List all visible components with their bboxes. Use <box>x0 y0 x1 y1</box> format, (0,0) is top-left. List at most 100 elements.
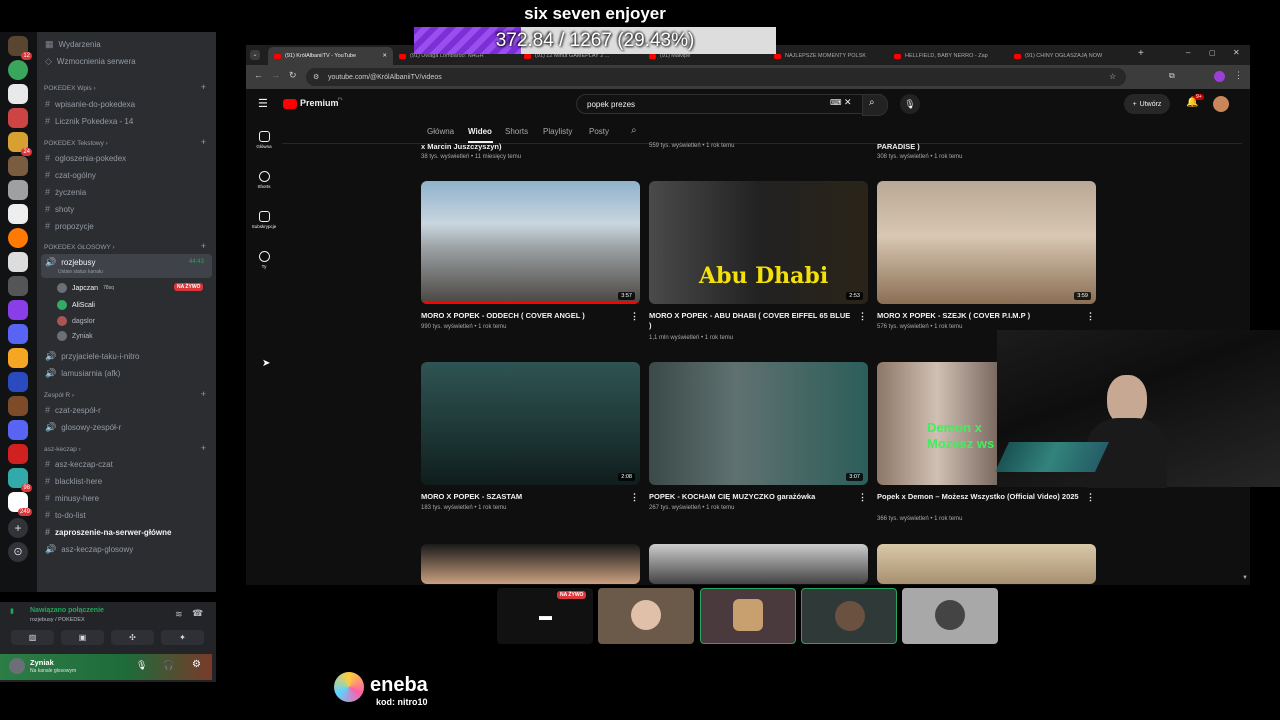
video-thumbnail[interactable]: 2:08 <box>421 362 640 485</box>
soundboard-button[interactable]: ✦ <box>161 630 204 645</box>
keyboard-icon[interactable]: ⌨ <box>830 98 842 107</box>
channel-item[interactable]: 🔊 asz-keczap-glosowy <box>45 544 133 555</box>
maximize-icon[interactable]: ▢ <box>1209 49 1216 57</box>
channel-item[interactable]: # czat-zespół-r <box>45 405 101 415</box>
add-channel-icon[interactable]: + <box>201 137 206 147</box>
channel-item[interactable]: # propozycje <box>45 221 94 231</box>
channel-search-icon[interactable]: ⌕ <box>631 125 637 136</box>
tab[interactable]: (91) CHINY OGŁASZAJĄ NOW <box>1008 47 1133 65</box>
video-title[interactable]: MORO X POPEK - SZASTAM <box>421 492 626 502</box>
channel-item[interactable]: 🔊 przyjaciele-taku-i-nitro <box>45 351 139 362</box>
server-icon[interactable] <box>8 204 28 224</box>
create-button[interactable]: + Utwórz <box>1124 94 1170 114</box>
voice-user[interactable]: Zyniak <box>57 331 93 341</box>
tab[interactable]: NAJLEPSZE MOMENTY POLSK <box>768 47 888 65</box>
category-pokedex-tekstowy[interactable]: POKEDEX Tekstowy › <box>44 140 108 147</box>
more-options-icon[interactable]: ⋮ <box>630 311 639 322</box>
server-icon[interactable] <box>8 156 28 176</box>
call-tile-participant[interactable] <box>902 588 998 644</box>
screen-share-button[interactable]: ▣ <box>61 630 104 645</box>
server-icon[interactable] <box>8 276 28 296</box>
video-title[interactable]: x Marcin Juszczyszyn) <box>421 142 626 152</box>
server-icon[interactable] <box>8 348 28 368</box>
reload-icon[interactable]: ↻ <box>289 70 297 81</box>
youtube-premium-logo[interactable]: Premium <box>300 98 339 108</box>
username[interactable]: Zyniak <box>30 658 54 667</box>
voice-user[interactable]: Japczan 78sq <box>57 283 114 293</box>
nav-you[interactable]: Ty <box>246 251 282 269</box>
voice-status[interactable]: Ustaw status kanału <box>58 269 103 275</box>
close-tab-icon[interactable]: ✕ <box>382 53 387 59</box>
video-thumbnail[interactable]: 3:57 <box>421 181 640 304</box>
scroll-down-icon[interactable]: ▼ <box>1242 575 1248 581</box>
search-button[interactable]: ⌕ <box>862 94 888 116</box>
server-icon[interactable] <box>8 180 28 200</box>
channel-item[interactable]: # ogloszenia-pokedex <box>45 153 126 163</box>
more-options-icon[interactable]: ⋮ <box>1086 311 1095 322</box>
video-thumbnail[interactable] <box>421 544 640 584</box>
add-channel-icon[interactable]: + <box>201 82 206 92</box>
noise-suppression-icon[interactable]: ≋ <box>175 609 183 620</box>
server-icon[interactable]: 12 <box>8 36 32 60</box>
channel-item[interactable]: 🔊 glosowy-zespół-r <box>45 422 121 433</box>
connection-location[interactable]: rozjebusy / POKEDEX <box>30 617 85 623</box>
video-thumbnail[interactable] <box>649 544 868 584</box>
category-zespol[interactable]: Zespół R › <box>44 392 74 399</box>
video-title[interactable]: MORO X POPEK - ODDECH ( COVER ANGEL ) <box>421 311 626 321</box>
channel-item[interactable]: # asz-keczap-czat <box>45 459 113 469</box>
call-tile-screenshare[interactable]: ▬ NA ŻYWO <box>497 588 593 644</box>
category-pokedex-wpis[interactable]: POKEDEX Wpis › <box>44 85 96 92</box>
close-window-icon[interactable]: ✕ <box>1233 48 1240 57</box>
server-icon[interactable] <box>8 396 28 416</box>
back-icon[interactable]: ← <box>254 70 263 80</box>
video-thumbnail[interactable]: Abu Dhabi 2:53 <box>649 181 868 304</box>
tab-playlists[interactable]: Playlisty <box>543 127 572 136</box>
server-icon[interactable] <box>8 420 28 440</box>
channel-item[interactable]: # wpisanie-do-pokedexa <box>45 99 135 109</box>
site-info-icon[interactable]: ⚙ <box>313 73 319 81</box>
more-options-icon[interactable]: ⋮ <box>858 311 867 322</box>
video-title[interactable]: MORO X POPEK - ABU DHABI ( COVER EIFFEL … <box>649 311 854 331</box>
video-title[interactable]: Popek x Demon – Możesz Wszystko (Officia… <box>877 492 1082 502</box>
channel-item[interactable]: # życzenia <box>45 187 86 197</box>
voice-user[interactable]: dagslor <box>57 316 95 326</box>
voice-channel-name[interactable]: 🔊 rozjebusy <box>45 257 95 268</box>
nav-subscriptions[interactable]: Subskrypcje <box>246 211 282 229</box>
settings-gear-icon[interactable]: ⚙ <box>192 659 201 670</box>
minimize-icon[interactable]: – <box>1186 48 1190 57</box>
channel-boosts[interactable]: ◇ Wzmocnienia serwera <box>45 56 136 67</box>
signal-icon[interactable]: ▮ <box>10 607 14 615</box>
server-icon[interactable] <box>8 60 28 80</box>
bookmark-star-icon[interactable]: ☆ <box>1109 72 1116 81</box>
server-icon[interactable]: 249 <box>8 492 32 516</box>
headphones-icon[interactable]: 🎧 <box>163 660 174 671</box>
more-options-icon[interactable]: ⋮ <box>1086 492 1095 503</box>
tab-youtube-active[interactable]: (91) KrólAlbaniiTV - YouTube ✕ <box>268 47 393 65</box>
video-thumbnail[interactable] <box>877 544 1096 584</box>
tab-videos[interactable]: Wideo <box>468 127 492 136</box>
channel-item[interactable]: # shoty <box>45 204 74 214</box>
nav-shorts[interactable]: Shorts <box>246 171 282 189</box>
add-server-icon[interactable]: + <box>8 518 28 538</box>
video-title[interactable]: POPEK - KOCHAM CIĘ MUZYCZKO garażówka <box>649 492 854 502</box>
server-icon[interactable] <box>8 324 28 344</box>
call-tile-participant-speaking[interactable] <box>801 588 897 644</box>
more-options-icon[interactable]: ⋮ <box>858 492 867 503</box>
category-pokedex-glosowy[interactable]: POKEDEX GŁOSOWY › <box>44 244 115 251</box>
forward-icon[interactable]: → <box>271 70 280 80</box>
server-icon[interactable] <box>8 444 28 464</box>
hamburger-menu-icon[interactable]: ☰ <box>258 97 268 110</box>
video-title[interactable]: MORO X POPEK - SZEJK ( COVER P.I.M.P ) <box>877 311 1082 321</box>
tab[interactable]: HELLFIELD, BABY NERRO - Zap <box>888 47 1008 65</box>
extensions-icon[interactable]: ⧉ <box>1169 71 1175 81</box>
tab-search-icon[interactable]: ⌄ <box>250 50 260 60</box>
server-icon[interactable] <box>8 300 28 320</box>
channel-item[interactable]: 🔊 lamusiarnia (afk) <box>45 368 120 379</box>
video-thumbnail[interactable]: Demon x Możesz ws <box>877 362 997 485</box>
video-thumbnail[interactable]: 3:07 <box>649 362 868 485</box>
channel-events[interactable]: ▦ Wydarzenia <box>45 39 101 50</box>
profile-avatar[interactable] <box>1214 71 1225 82</box>
disconnect-icon[interactable]: ☎ <box>192 608 203 619</box>
category-asz-keczap[interactable]: asz-keczap › <box>44 446 81 453</box>
server-icon[interactable] <box>8 228 28 248</box>
